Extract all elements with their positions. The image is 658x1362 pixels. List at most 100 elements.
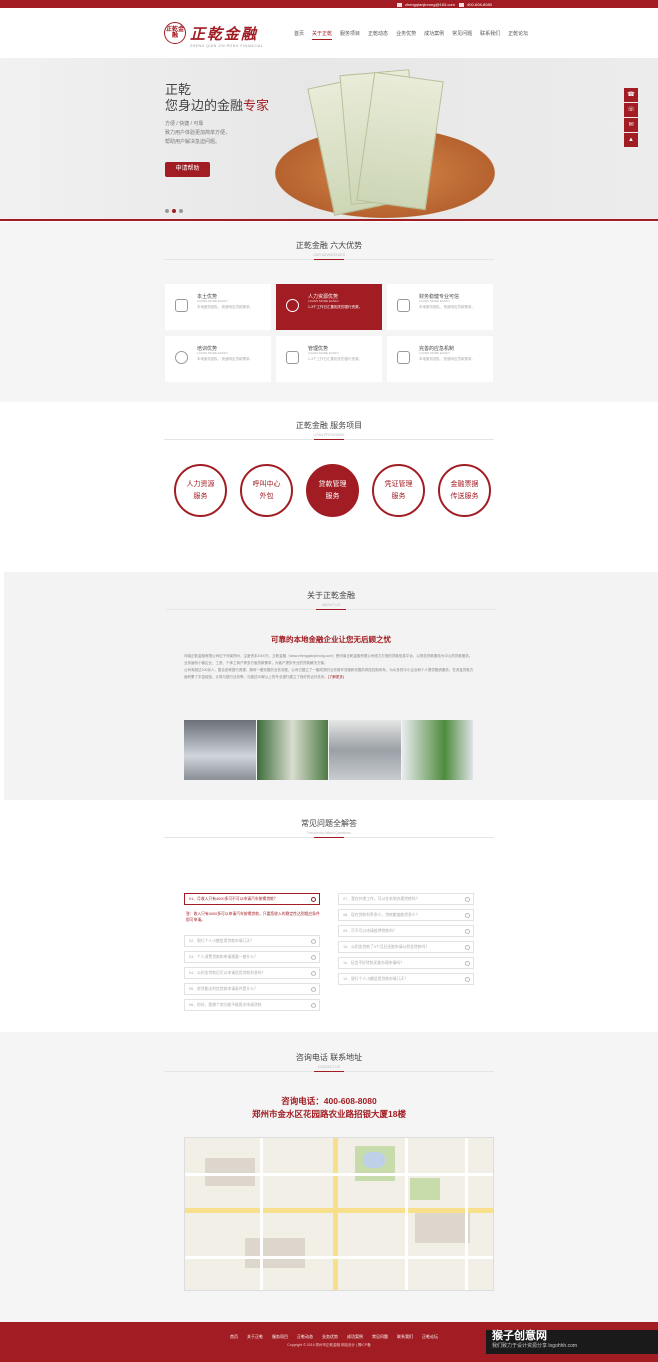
- online-service-icon[interactable]: ☏: [624, 103, 638, 117]
- advantage-card[interactable]: 完善的应急机制 LOANS MORE EASILY 本地服务团队，快速响应贷款需求。: [387, 336, 493, 382]
- map-main-road: [333, 1138, 338, 1290]
- expand-icon[interactable]: [311, 971, 316, 976]
- mail-icon: [397, 2, 402, 7]
- expand-icon[interactable]: [311, 987, 316, 992]
- footer-link[interactable]: 首页: [230, 1334, 238, 1340]
- location-map[interactable]: [184, 1137, 494, 1291]
- advantages-heading: 正乾金融 六大优势 OUR ADVANTAGES: [0, 240, 658, 260]
- top-bar: zhengqianjinrong@163.com 400-608-8080: [0, 0, 658, 8]
- footer-link[interactable]: 服务项目: [272, 1334, 288, 1340]
- expand-icon[interactable]: [465, 913, 470, 918]
- map-lake: [363, 1152, 385, 1168]
- advantage-card[interactable]: 管理优势 LOANS MORE EASILY 1-3个工作日汇集相关的银行资源，: [276, 336, 382, 382]
- nav-home[interactable]: 首页: [294, 30, 304, 40]
- footer-link[interactable]: 成功案例: [347, 1334, 363, 1340]
- service-item[interactable]: 凭证管理 服务: [372, 464, 425, 517]
- nav-cases[interactable]: 成功案例: [424, 30, 444, 40]
- expand-icon[interactable]: [311, 1003, 316, 1008]
- faq-question[interactable]: 06、你好，我哪个地方能不能再次申请贷款: [184, 999, 320, 1011]
- nav-contact[interactable]: 联系我们: [480, 30, 500, 40]
- email-info: zhengqianjinrong@163.com: [397, 2, 455, 7]
- advantage-card-active[interactable]: 人力资源优势 LOANS MORE EASILY 1-3个工作日汇集相关的银行资源，: [276, 284, 382, 330]
- faq-question[interactable]: 03、个人消费贷款和申请需要一套什么？: [184, 951, 320, 963]
- advantage-card[interactable]: 培训优势 LOANS MORE EASILY 本地服务团队，快速响应贷款需求。: [165, 336, 271, 382]
- star-icon: [286, 351, 299, 364]
- expand-icon[interactable]: [465, 961, 470, 966]
- card-desc: 本地服务团队，快速响应贷款需求。: [197, 305, 253, 309]
- card-desc: 1-3个工作日汇集相关的银行资源，: [308, 357, 363, 361]
- logo-name: 正乾金融: [190, 24, 259, 43]
- nav-about[interactable]: 关于正乾: [312, 30, 333, 40]
- hero-subtitle: 方便 / 快捷 / 可靠 致力用户体验更加简单方便， 帮助用户解决急迫问题。: [165, 120, 230, 147]
- logo[interactable]: 正乾金融 正乾金融 ZHENG QIAN JIN RONG FINANCIAL: [164, 22, 263, 48]
- footer-link[interactable]: 业务优势: [322, 1334, 338, 1340]
- contact-heading: 咨询电话 联系地址 CONTACT US: [0, 1052, 658, 1072]
- carousel-dots: [165, 209, 186, 213]
- service-item[interactable]: 金融票据 传送服务: [438, 464, 491, 517]
- about-paragraph: 河南正乾金融有限公司位于河南郑州，注册资本1000万，正乾金融（www.zhen…: [184, 654, 473, 665]
- footer: 首页 关于正乾 服务项目 正乾动态 业务优势 成功案例 常见问题 联系我们 正乾…: [0, 1322, 658, 1362]
- watermark-logo: 猴子创意网 我们致力于设计资源分享 logohhh.com: [486, 1330, 658, 1354]
- office-photo: [329, 720, 401, 780]
- question-text: 01、月收入只有4000多可不可以申请汽车按揭贷款？: [189, 897, 278, 901]
- footer-link[interactable]: 正乾论坛: [422, 1334, 438, 1340]
- faq-question[interactable]: 10、公积金贷款了5个月后还能申请公积金贷款吗？: [338, 941, 474, 953]
- faq-question[interactable]: 09、可不可以申请抵押贷款吗？: [338, 925, 474, 937]
- faq-question[interactable]: 08、现在贷款利率多少，贷款额度能贷多少？: [338, 909, 474, 921]
- expand-icon[interactable]: [311, 955, 316, 960]
- expand-icon[interactable]: [311, 939, 316, 944]
- footer-link[interactable]: 联系我们: [397, 1334, 413, 1340]
- nav-news[interactable]: 正乾动态: [368, 30, 388, 40]
- service-line1: 呼叫中心: [252, 480, 281, 488]
- expand-icon[interactable]: [465, 977, 470, 982]
- collapse-icon[interactable]: [311, 897, 316, 902]
- back-to-top-icon[interactable]: ▲: [624, 133, 638, 147]
- nav-forum[interactable]: 正乾论坛: [508, 30, 528, 40]
- divider: [164, 1071, 494, 1072]
- map-road: [260, 1138, 263, 1290]
- expand-icon[interactable]: [465, 929, 470, 934]
- question-text: 05、房贷能出利信贷款申请条件是什么？: [189, 987, 258, 991]
- advantage-card[interactable]: 财务稳健专业可信 LOANS MORE EASILY 本地服务团队，快速响应贷款需求…: [387, 284, 493, 330]
- hero-sub-1: 方便 / 快捷 / 可靠: [165, 121, 204, 127]
- carousel-dot[interactable]: [179, 209, 183, 213]
- check-circle-icon: [175, 351, 188, 364]
- watermark-subtext: 我们致力于设计资源分享 logohhh.com: [492, 1343, 578, 1349]
- office-photo: [184, 720, 256, 780]
- services-heading: 正乾金融 服务项目 LOAN PROGRAMS: [0, 420, 658, 440]
- read-more-link[interactable]: [了解更多]: [328, 675, 344, 679]
- faq-question[interactable]: 11、征信不好贷款还能办理申请吗？: [338, 957, 474, 969]
- map-park: [410, 1178, 440, 1200]
- footer-link[interactable]: 关于正乾: [247, 1334, 263, 1340]
- faq-subtitle: Frequently Asked Questions: [307, 831, 351, 835]
- footer-link[interactable]: 常见问题: [372, 1334, 388, 1340]
- phone-consult-icon[interactable]: ☎: [624, 88, 638, 102]
- about-subtitle: ABOUT US: [322, 603, 340, 607]
- nav-services[interactable]: 服务项目: [340, 30, 360, 40]
- faq-question[interactable]: 07、我在外地工作，可以在本地办理贷款吗？: [338, 893, 474, 905]
- faq-question-active[interactable]: 01、月收入只有4000多可不可以申请汽车按揭贷款？: [184, 893, 320, 905]
- faq-question[interactable]: 12、银行个人小额信用贷款申请几天？: [338, 973, 474, 985]
- message-icon[interactable]: ✉: [624, 118, 638, 132]
- service-item[interactable]: 呼叫中心 外包: [240, 464, 293, 517]
- carousel-dot-active[interactable]: [172, 209, 176, 213]
- service-line2: 服务: [193, 492, 208, 500]
- footer-link[interactable]: 正乾动态: [297, 1334, 313, 1340]
- expand-icon[interactable]: [465, 897, 470, 902]
- question-text: 06、你好，我哪个地方能不能再次申请贷款: [189, 1003, 262, 1007]
- nav-faq[interactable]: 常见问题: [452, 30, 472, 40]
- service-item-active[interactable]: 贷款管理 服务: [306, 464, 359, 517]
- apply-help-button[interactable]: 申请帮助: [165, 162, 210, 177]
- advantage-card[interactable]: 本土优势 LOANS MORE EASILY 本地服务团队，快速响应贷款需求。: [165, 284, 271, 330]
- nav-advantages[interactable]: 业务优势: [396, 30, 416, 40]
- faq-question[interactable]: 04、公积金贷款后可以申请信用贷款利息吗？: [184, 967, 320, 979]
- service-line1: 凭证管理: [384, 480, 413, 488]
- expand-icon[interactable]: [465, 945, 470, 950]
- main-nav: 首页 关于正乾 服务项目 正乾动态 业务优势 成功案例 常见问题 联系我们 正乾…: [294, 30, 536, 40]
- carousel-dot[interactable]: [165, 209, 169, 213]
- service-item[interactable]: 人力资源 服务: [174, 464, 227, 517]
- faq-question[interactable]: 02、银行个人小额信用贷款申请几天？: [184, 935, 320, 947]
- phone-text: 400-608-8080: [467, 2, 492, 7]
- faq-question[interactable]: 05、房贷能出利信贷款申请条件是什么？: [184, 983, 320, 995]
- about-section: 关于正乾金融 ABOUT US 可靠的本地金融企业让您无后顾之忧 河南正乾金融有…: [4, 572, 658, 800]
